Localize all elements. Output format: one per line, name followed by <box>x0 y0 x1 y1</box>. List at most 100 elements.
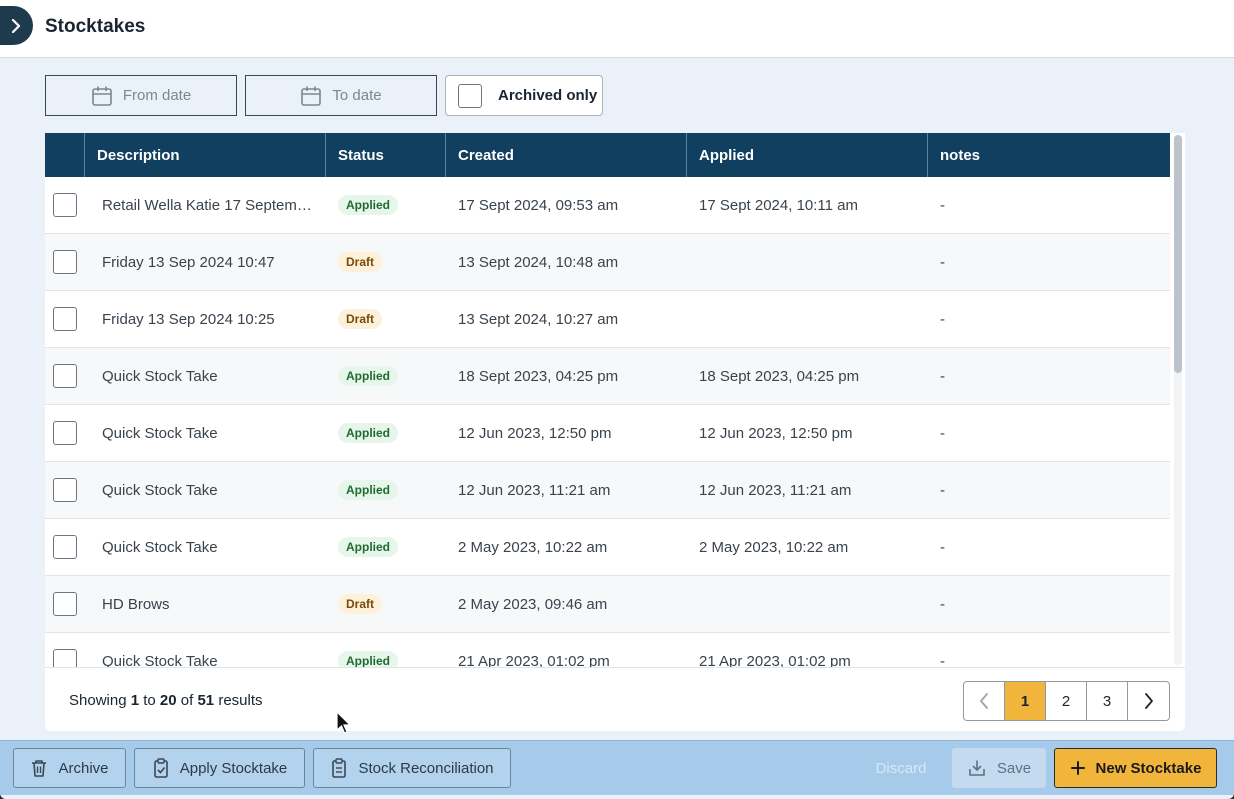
table-scrollbar[interactable] <box>1174 135 1182 665</box>
stocktakes-table-card: Description Status Created Applied notes… <box>45 133 1185 731</box>
app-window: Stocktakes From date To date Archived on… <box>0 0 1234 799</box>
cell-applied <box>687 291 928 348</box>
chevron-left-icon <box>980 693 988 709</box>
archive-button-label: Archive <box>58 759 109 777</box>
description-text: Friday 13 Sep 2024 10:25 <box>102 310 275 328</box>
table-row[interactable]: Friday 13 Sep 2024 10:47 Draft 13 Sept 202… <box>45 234 1170 291</box>
cell-description: Retail Wella Katie 17 Septemb... <box>45 177 326 234</box>
cell-description: Quick Stock Take <box>45 519 326 576</box>
status-badge: Applied <box>338 195 398 215</box>
status-badge: Draft <box>338 252 383 272</box>
description-text: Retail Wella Katie 17 Septemb... <box>102 196 312 214</box>
table-header: Description Status Created Applied notes <box>45 133 1170 177</box>
page-button-1[interactable]: 1 <box>1005 682 1046 720</box>
archived-only-toggle[interactable]: Archived only <box>445 75 603 116</box>
cell-created: 2 May 2023, 10:22 am <box>458 538 608 556</box>
stock-reconciliation-button[interactable]: Stock Reconciliation <box>313 748 511 788</box>
table-footer: Showing 1 to 20 of 51 results 1 2 3 <box>45 667 1185 731</box>
next-page-button[interactable] <box>1128 682 1169 720</box>
page-button-3[interactable]: 3 <box>1087 682 1128 720</box>
save-button-label: Save <box>996 759 1032 777</box>
cell-applied <box>687 234 928 291</box>
status-badge: Applied <box>338 537 398 557</box>
cell-status: Applied <box>326 633 446 667</box>
cell-applied: 18 Sept 2023, 04:25 pm <box>699 367 860 385</box>
cell-description: Friday 13 Sep 2024 10:47 <box>45 234 326 291</box>
cell-description: Friday 13 Sep 2024 10:25 <box>45 291 326 348</box>
cell-status: Applied <box>326 405 446 462</box>
table-row[interactable]: Quick Stock Take Applied 21 Apr 2023, 01:0… <box>45 633 1170 667</box>
description-text: Quick Stock Take <box>102 538 218 556</box>
scrollbar-thumb[interactable] <box>1174 135 1182 373</box>
cell-description: Quick Stock Take <box>45 633 326 668</box>
column-header-status[interactable]: Status <box>326 133 446 177</box>
from-date-filter[interactable]: From date <box>45 75 237 116</box>
cell-description: Quick Stock Take <box>45 405 326 462</box>
select-column-header <box>45 133 85 177</box>
cell-created: 13 Sept 2024, 10:48 am <box>458 253 619 271</box>
status-badge: Applied <box>338 366 398 386</box>
table-row[interactable]: HD Brows Draft 2 May 2023, 09:46 am - <box>45 576 1170 633</box>
cell-description: Quick Stock Take <box>45 462 326 519</box>
cell-status: Applied <box>326 177 446 234</box>
clipboard-check-icon <box>153 758 168 778</box>
description-text: Quick Stock Take <box>102 424 218 442</box>
calendar-icon <box>92 86 112 106</box>
description-text: HD Brows <box>102 595 170 613</box>
mouse-cursor-icon <box>336 711 352 734</box>
cell-notes: - <box>940 196 945 214</box>
column-header-description[interactable]: Description <box>85 133 326 177</box>
cell-status: Applied <box>326 462 446 519</box>
description-text: Quick Stock Take <box>102 481 218 499</box>
cell-description: Quick Stock Take <box>45 348 326 405</box>
cell-status: Draft <box>326 291 446 348</box>
table-row[interactable]: Quick Stock Take Applied 2 May 2023, 10:22… <box>45 519 1170 576</box>
save-button[interactable]: Save <box>952 748 1046 788</box>
new-stocktake-button[interactable]: New Stocktake <box>1054 748 1217 788</box>
apply-stocktake-button[interactable]: Apply Stocktake <box>134 748 305 788</box>
cell-notes: - <box>940 367 945 385</box>
status-badge: Applied <box>338 651 398 667</box>
archived-only-label: Archived only <box>498 87 598 104</box>
cell-notes: - <box>940 424 945 442</box>
cell-notes: - <box>940 253 945 271</box>
table-row[interactable]: Quick Stock Take Applied 12 Jun 2023, 12:5… <box>45 405 1170 462</box>
column-header-notes[interactable]: notes <box>928 133 1170 177</box>
table-row[interactable]: Quick Stock Take Applied 12 Jun 2023, 11:2… <box>45 462 1170 519</box>
cell-status: Draft <box>326 234 446 291</box>
archive-button[interactable]: Archive <box>13 748 126 788</box>
expand-sidebar-button[interactable] <box>0 6 33 45</box>
column-header-applied[interactable]: Applied <box>687 133 928 177</box>
status-badge: Applied <box>338 423 398 443</box>
cell-applied: 12 Jun 2023, 12:50 pm <box>699 424 853 442</box>
new-stocktake-label: New Stocktake <box>1095 759 1202 777</box>
page-header: Stocktakes <box>0 0 1234 58</box>
to-date-filter[interactable]: To date <box>245 75 437 116</box>
results-summary: Showing 1 to 20 of 51 results <box>69 692 263 709</box>
pagination: 1 2 3 <box>963 681 1170 721</box>
cell-notes: - <box>940 481 945 499</box>
column-header-created[interactable]: Created <box>446 133 687 177</box>
clipboard-list-icon <box>332 758 347 778</box>
archived-only-checkbox[interactable] <box>458 83 482 108</box>
cell-status: Applied <box>326 519 446 576</box>
status-badge: Draft <box>338 309 383 329</box>
save-download-icon <box>969 760 985 776</box>
table-row[interactable]: Retail Wella Katie 17 Septemb... Applied 1… <box>45 177 1170 234</box>
cell-created: 2 May 2023, 09:46 am <box>458 595 608 613</box>
cell-applied: 2 May 2023, 10:22 am <box>699 538 849 556</box>
cell-applied: 17 Sept 2024, 10:11 am <box>699 196 859 214</box>
stock-reconciliation-label: Stock Reconciliation <box>358 759 494 777</box>
cell-created: 12 Jun 2023, 12:50 pm <box>458 424 612 442</box>
page-title: Stocktakes <box>45 16 146 37</box>
table-row[interactable]: Friday 13 Sep 2024 10:25 Draft 13 Sept 202… <box>45 291 1170 348</box>
description-text: Friday 13 Sep 2024 10:47 <box>102 253 275 271</box>
page-button-2[interactable]: 2 <box>1046 682 1087 720</box>
action-bar: Archive Apply Stocktake Stock Reconcilia… <box>0 740 1234 795</box>
cell-created: 21 Apr 2023, 01:02 pm <box>458 652 610 668</box>
table-row[interactable]: Quick Stock Take Applied 18 Sept 2023, 04:… <box>45 348 1170 405</box>
prev-page-button[interactable] <box>964 682 1005 720</box>
discard-button[interactable]: Discard <box>862 748 940 788</box>
plus-icon <box>1070 761 1085 775</box>
cell-status: Applied <box>326 348 446 405</box>
